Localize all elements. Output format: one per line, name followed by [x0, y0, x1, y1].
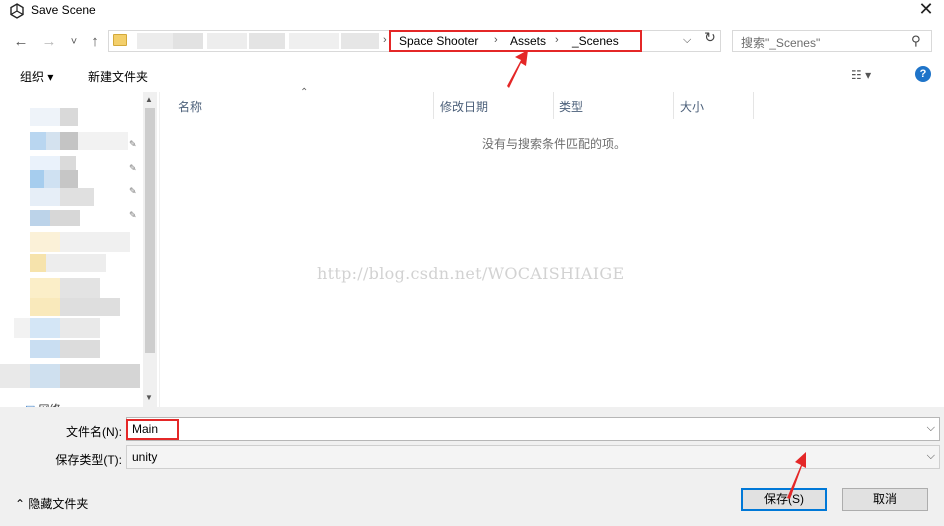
search-input[interactable]: 搜索"_Scenes" ⚲	[732, 30, 932, 52]
column-header-name[interactable]: 名称	[178, 98, 202, 115]
redacted-nav-item	[46, 254, 106, 272]
forward-arrow-icon[interactable]: →	[40, 33, 58, 51]
filetype-select[interactable]: unity ⌵	[126, 445, 940, 469]
redacted-nav-item	[30, 254, 46, 272]
scroll-down-icon[interactable]: ▼	[145, 393, 153, 402]
search-icon[interactable]: ⚲	[911, 33, 921, 49]
redacted-nav-item	[30, 318, 60, 338]
redacted-path	[173, 33, 203, 49]
filetype-value: unity	[132, 450, 158, 464]
redacted-path	[137, 33, 173, 49]
chevron-up-icon: ⌃	[15, 497, 26, 511]
redacted-nav-item	[60, 132, 78, 150]
folder-icon	[113, 34, 127, 46]
redacted-nav-item	[30, 188, 60, 206]
scrollbar-thumb[interactable]	[145, 108, 155, 353]
scroll-up-icon[interactable]: ▲	[145, 95, 153, 104]
redacted-nav-item	[30, 364, 60, 388]
redacted-nav-item	[0, 364, 30, 388]
new-folder-button[interactable]: 新建文件夹	[88, 68, 148, 85]
redacted-nav-item	[14, 318, 30, 338]
cancel-button[interactable]: 取消	[842, 488, 928, 511]
redacted-nav-item	[60, 364, 140, 388]
redacted-nav-item	[44, 170, 60, 188]
redacted-path	[207, 33, 247, 49]
column-separator[interactable]	[673, 92, 674, 119]
address-bar[interactable]: › Space Shooter › Assets › _Scenes ⌵	[108, 30, 721, 52]
chevron-down-icon[interactable]: ⌵	[927, 450, 935, 463]
redacted-path	[289, 33, 339, 49]
filename-input[interactable]: Main ⌵	[126, 417, 940, 441]
navigation-pane[interactable]: ✎ ✎ ✎ ✎	[0, 92, 143, 407]
redacted-nav-item	[60, 318, 100, 338]
redacted-nav-item	[50, 210, 80, 226]
redacted-nav-item	[30, 170, 44, 188]
redacted-nav-item	[30, 132, 46, 150]
filename-highlight-box	[126, 419, 179, 440]
organize-menu[interactable]: 组织 ▾	[20, 68, 53, 85]
address-dropdown-icon[interactable]: ⌵	[683, 34, 691, 47]
column-header-type[interactable]: 类型	[559, 98, 583, 115]
redacted-nav-item	[60, 188, 94, 206]
filename-label: 文件名(N):	[20, 423, 122, 440]
column-separator[interactable]	[433, 92, 434, 119]
redacted-nav-item	[60, 278, 100, 298]
filetype-label-text: 保存类型(T):	[55, 453, 122, 467]
unity-logo-icon	[10, 3, 24, 19]
filetype-label: 保存类型(T):	[20, 451, 122, 468]
pin-icon: ✎	[129, 186, 137, 196]
pin-icon: ✎	[129, 210, 137, 220]
redacted-nav-item	[30, 298, 60, 316]
recent-locations-icon[interactable]: ˅	[65, 33, 83, 51]
view-options-icon[interactable]: ☷ ▾	[851, 68, 871, 82]
redacted-nav-item	[60, 170, 78, 188]
column-separator[interactable]	[553, 92, 554, 119]
search-placeholder: 搜索"_Scenes"	[741, 36, 821, 50]
redacted-nav-item	[78, 132, 128, 150]
title-bar: Save Scene ✕	[0, 0, 944, 22]
back-arrow-icon[interactable]: ←	[12, 33, 30, 51]
pin-icon: ✎	[129, 139, 137, 149]
breadcrumb-highlight-box	[389, 30, 642, 52]
redacted-nav-item	[60, 340, 100, 358]
up-arrow-icon[interactable]: ↑	[86, 33, 104, 51]
empty-results-message: 没有与搜索条件匹配的项。	[482, 137, 627, 151]
sort-ascending-icon: ⌃	[300, 87, 309, 98]
navigation-bar: ← → ˅ ↑ › Space Shooter › Assets › _Scen…	[0, 27, 944, 57]
hide-folders-label: 隐藏文件夹	[28, 497, 89, 511]
redacted-path	[341, 33, 379, 49]
save-button[interactable]: 保存(S)	[741, 488, 827, 511]
column-separator[interactable]	[753, 92, 754, 119]
redacted-nav-item	[30, 210, 50, 226]
file-list[interactable]: ⌃ 名称 修改日期 类型 大小 没有与搜索条件匹配的项。 http://blog…	[160, 87, 944, 407]
watermark-text: http://blog.csdn.net/WOCAISHIAIGE	[317, 264, 625, 283]
redacted-nav-item	[46, 132, 60, 150]
refresh-icon[interactable]: ↻	[701, 29, 719, 47]
redacted-nav-item	[30, 232, 60, 252]
navigation-pane-scrollbar[interactable]: ▲ ▼	[143, 92, 157, 407]
breadcrumb-separator: ›	[383, 34, 387, 46]
pin-icon: ✎	[129, 163, 137, 173]
close-icon[interactable]: ✕	[916, 0, 936, 21]
column-header-date-modified[interactable]: 修改日期	[440, 98, 488, 115]
redacted-nav-item	[60, 298, 120, 316]
redacted-nav-item	[60, 108, 78, 126]
redacted-path	[249, 33, 285, 49]
hide-folders-toggle[interactable]: ⌃ 隐藏文件夹	[15, 495, 88, 512]
redacted-nav-item	[30, 340, 60, 358]
window-title: Save Scene	[31, 3, 96, 17]
redacted-nav-item	[30, 278, 60, 298]
redacted-nav-item	[60, 232, 130, 252]
command-toolbar: 组织 ▾ 新建文件夹 ☷ ▾ ?	[0, 62, 944, 90]
column-header-size[interactable]: 大小	[680, 98, 704, 115]
help-icon[interactable]: ?	[915, 66, 931, 82]
chevron-down-icon[interactable]: ⌵	[927, 422, 935, 435]
redacted-nav-item	[30, 108, 60, 126]
filename-label-text: 文件名(N):	[66, 425, 122, 439]
